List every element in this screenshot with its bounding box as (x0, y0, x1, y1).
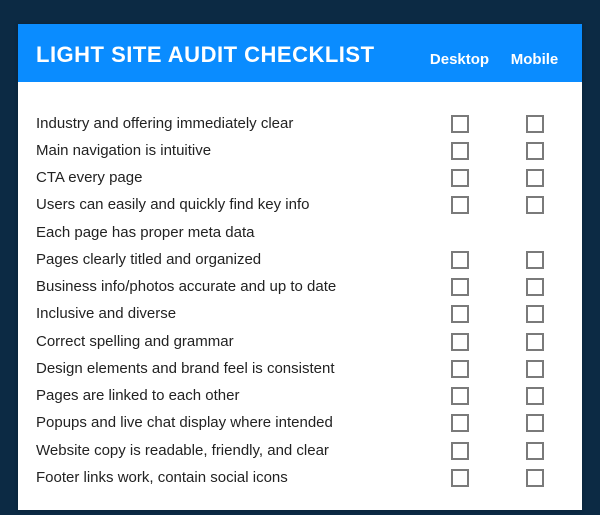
desktop-cell (422, 251, 497, 269)
checklist-row: Each page has proper meta data (18, 219, 582, 246)
mobile-cell (497, 196, 572, 214)
desktop-checkbox[interactable] (451, 278, 469, 296)
checklist-row: Business info/photos accurate and up to … (18, 274, 582, 301)
mobile-checkbox[interactable] (526, 469, 544, 487)
mobile-checkbox[interactable] (526, 305, 544, 323)
desktop-cell (422, 169, 497, 187)
checklist-row: CTA every page (18, 165, 582, 192)
mobile-checkbox[interactable] (526, 169, 544, 187)
checklist-item-label: Correct spelling and grammar (36, 332, 422, 352)
mobile-checkbox[interactable] (526, 251, 544, 269)
checklist-item-label: CTA every page (36, 168, 422, 188)
mobile-cell (497, 169, 572, 187)
mobile-checkbox[interactable] (526, 333, 544, 351)
checklist-item-label: Design elements and brand feel is consis… (36, 359, 422, 379)
checklist-row: Users can easily and quickly find key in… (18, 192, 582, 219)
mobile-cell (497, 278, 572, 296)
desktop-cell (422, 305, 497, 323)
checklist-item-label: Inclusive and diverse (36, 304, 422, 324)
checklist-card: LIGHT SITE AUDIT CHECKLIST Desktop Mobil… (18, 24, 582, 510)
mobile-checkbox[interactable] (526, 196, 544, 214)
checklist-item-label: Footer links work, contain social icons (36, 468, 422, 488)
desktop-cell (422, 360, 497, 378)
checklist-row: Industry and offering immediately clear (18, 110, 582, 137)
checklist-item-label: Pages clearly titled and organized (36, 250, 422, 270)
checklist-item-label: Business info/photos accurate and up to … (36, 277, 422, 297)
mobile-checkbox[interactable] (526, 278, 544, 296)
mobile-cell (497, 89, 572, 107)
desktop-cell (422, 142, 497, 160)
mobile-checkbox[interactable] (526, 115, 544, 133)
mobile-cell (497, 142, 572, 160)
mobile-checkbox[interactable] (526, 360, 544, 378)
desktop-checkbox[interactable] (451, 387, 469, 405)
desktop-checkbox[interactable] (451, 469, 469, 487)
desktop-checkbox[interactable] (451, 142, 469, 160)
desktop-checkbox[interactable] (451, 305, 469, 323)
checklist-body: Industry and offering immediately clear M… (18, 82, 582, 510)
checklist-row: Pages clearly titled and organized (18, 246, 582, 273)
checklist-item-label: Main navigation is intuitive (36, 141, 422, 161)
desktop-cell (422, 278, 497, 296)
desktop-checkbox[interactable] (451, 442, 469, 460)
desktop-cell (422, 442, 497, 460)
desktop-checkbox[interactable] (451, 333, 469, 351)
desktop-cell (422, 387, 497, 405)
desktop-cell (422, 414, 497, 432)
mobile-cell (497, 333, 572, 351)
checklist-row: Website copy is readable, friendly, and … (18, 437, 582, 464)
checklist-header: LIGHT SITE AUDIT CHECKLIST Desktop Mobil… (18, 24, 582, 82)
desktop-cell (422, 115, 497, 133)
mobile-checkbox[interactable] (526, 414, 544, 432)
checklist-row: Popups and live chat display where inten… (18, 410, 582, 437)
mobile-cell (497, 414, 572, 432)
desktop-checkbox[interactable] (451, 196, 469, 214)
checklist-row: Inclusive and diverse (18, 301, 582, 328)
mobile-cell (497, 305, 572, 323)
mobile-cell (497, 469, 572, 487)
desktop-cell (422, 333, 497, 351)
desktop-checkbox[interactable] (451, 414, 469, 432)
checklist-item-label: Popups and live chat display where inten… (36, 413, 422, 433)
desktop-cell (422, 196, 497, 214)
desktop-checkbox[interactable] (451, 360, 469, 378)
mobile-cell (497, 360, 572, 378)
checklist-item-label: Each page has proper meta data (36, 223, 422, 243)
checklist-item-label: Website copy is readable, friendly, and … (36, 441, 422, 461)
checklist-row: Design elements and brand feel is consis… (18, 355, 582, 382)
mobile-cell (497, 224, 572, 242)
desktop-checkbox[interactable] (451, 251, 469, 269)
checklist-row: Main navigation is intuitive (18, 137, 582, 164)
desktop-checkbox[interactable] (451, 169, 469, 187)
mobile-cell (497, 251, 572, 269)
column-header-desktop: Desktop (422, 51, 497, 68)
checklist-item-label: Industry and offering immediately clear (36, 114, 422, 134)
mobile-checkbox[interactable] (526, 442, 544, 460)
checklist-row: Pages are linked to each other (18, 383, 582, 410)
checklist-item-label: Users can easily and quickly find key in… (36, 195, 422, 215)
desktop-cell (422, 469, 497, 487)
desktop-checkbox[interactable] (451, 115, 469, 133)
spacer-row (18, 86, 582, 110)
mobile-cell (497, 115, 572, 133)
mobile-cell (497, 442, 572, 460)
mobile-checkbox[interactable] (526, 142, 544, 160)
checklist-row: Footer links work, contain social icons (18, 464, 582, 491)
checklist-row: Correct spelling and grammar (18, 328, 582, 355)
checklist-title: LIGHT SITE AUDIT CHECKLIST (36, 42, 422, 68)
checklist-item-label: Pages are linked to each other (36, 386, 422, 406)
desktop-cell (422, 89, 497, 107)
desktop-cell (422, 224, 497, 242)
mobile-checkbox[interactable] (526, 387, 544, 405)
column-header-mobile: Mobile (497, 51, 572, 68)
mobile-cell (497, 387, 572, 405)
